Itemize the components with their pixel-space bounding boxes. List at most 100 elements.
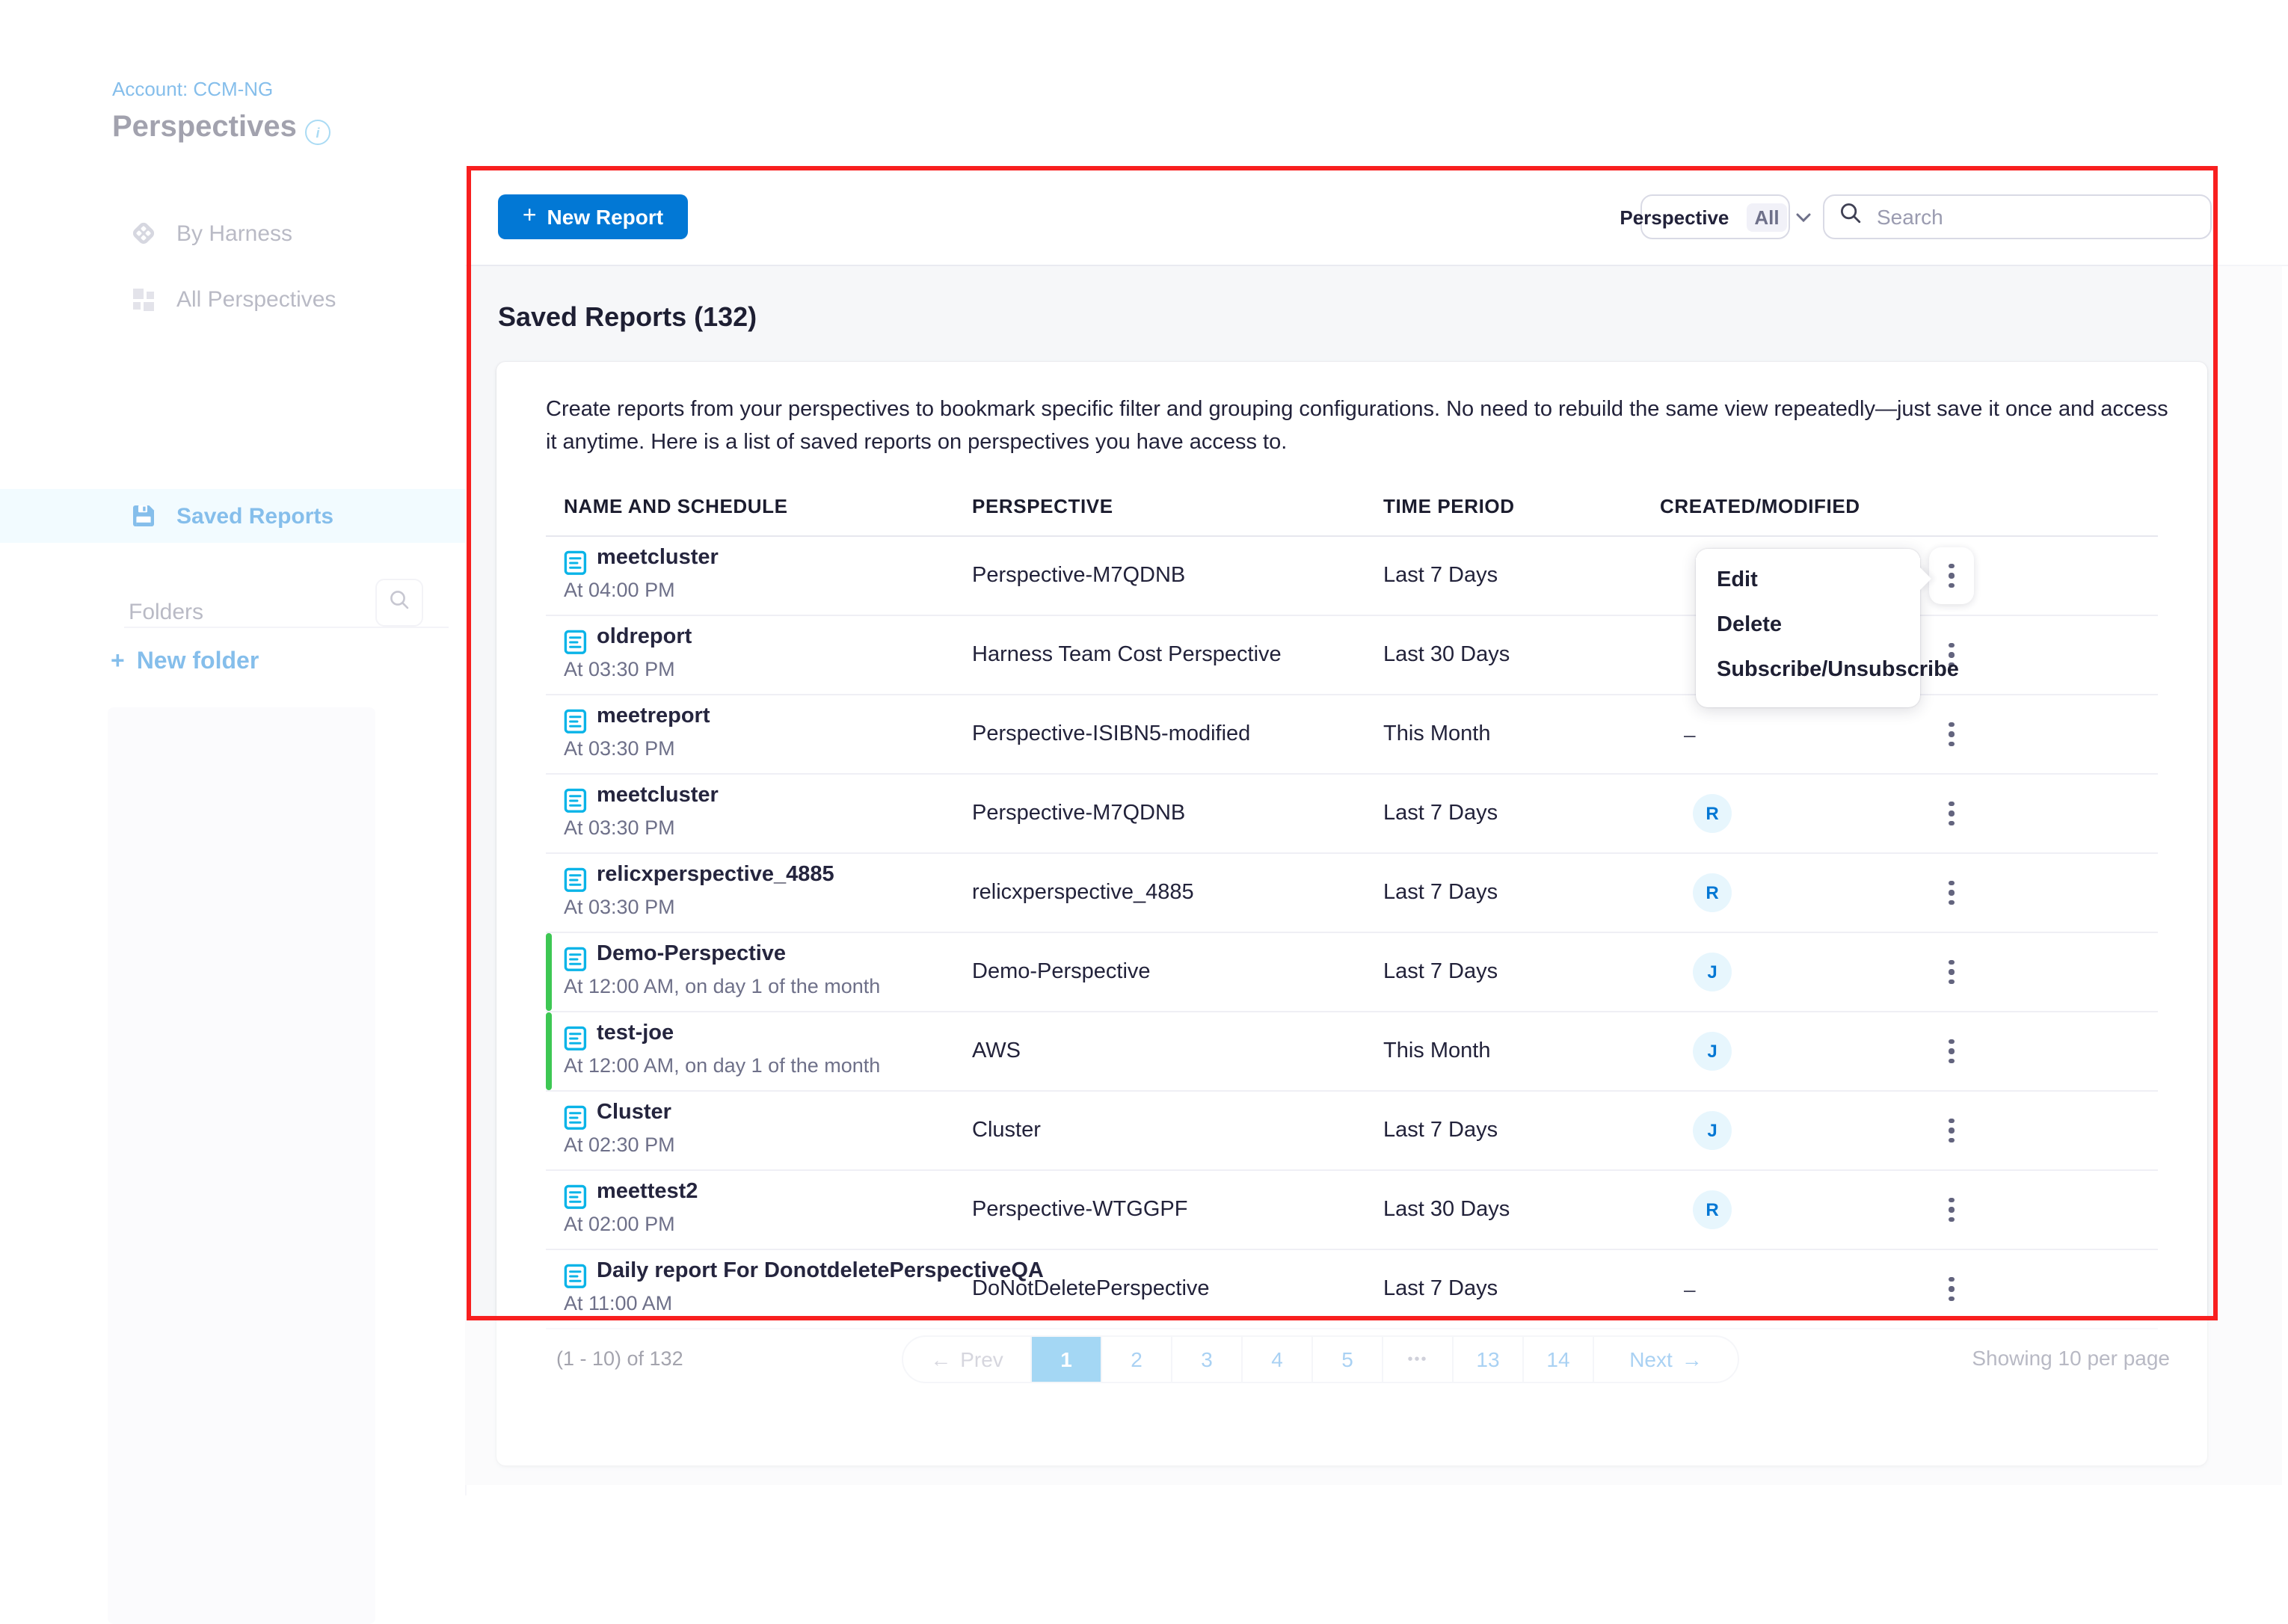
- row-actions-menu-button[interactable]: [1929, 1102, 1974, 1159]
- perspective-filter-dropdown[interactable]: Perspective All: [1640, 194, 1790, 239]
- table-row[interactable]: test-joe At 12:00 AM, on day 1 of the mo…: [546, 1012, 2158, 1092]
- info-icon[interactable]: i: [305, 120, 330, 145]
- sidebar-item-saved-reports[interactable]: Saved Reports: [0, 489, 465, 543]
- report-name: meetcluster: [597, 784, 719, 808]
- row-actions-menu-button[interactable]: [1929, 944, 1974, 1000]
- search-icon: [1839, 202, 1862, 232]
- owner-avatar: J: [1693, 953, 1732, 991]
- filter-label: Perspective: [1620, 206, 1729, 228]
- table-row[interactable]: meetreport At 03:30 PM Perspective-ISIBN…: [546, 695, 2158, 775]
- folders-empty-area: [108, 707, 375, 1624]
- arrow-right-icon: →: [1682, 1347, 1703, 1371]
- owner-avatar: J: [1693, 1032, 1732, 1071]
- table-row[interactable]: Daily report For DonotdeletePerspectiveQ…: [546, 1250, 2158, 1329]
- column-header-created: CREATED/MODIFIED: [1660, 495, 1860, 517]
- owner-avatar: J: [1693, 1111, 1732, 1150]
- pagination-page-button[interactable]: 4: [1241, 1337, 1311, 1382]
- pagination-prev-button[interactable]: ← Prev: [903, 1337, 1030, 1382]
- row-actions-menu-button[interactable]: [1929, 706, 1974, 763]
- harness-logo-icon: [130, 220, 157, 247]
- report-name: meetcluster: [597, 546, 719, 570]
- page-header: Account: CCM-NG Perspectives i: [0, 0, 2288, 170]
- new-folder-button[interactable]: + New folder: [111, 649, 259, 676]
- report-name: relicxperspective_4885: [597, 863, 834, 887]
- search-icon: [389, 588, 410, 617]
- report-perspective: Demo-Perspective: [972, 933, 1151, 1011]
- arrow-left-icon: ←: [930, 1347, 951, 1371]
- kebab-icon: [1949, 1277, 1955, 1302]
- context-menu-item[interactable]: Edit: [1696, 558, 1920, 603]
- row-actions-menu-button[interactable]: [1929, 1181, 1974, 1238]
- search-field: [1823, 194, 2212, 239]
- new-report-label: New Report: [547, 205, 664, 229]
- owner-avatar: R: [1693, 873, 1732, 912]
- report-perspective: Perspective-WTGGPF: [972, 1171, 1187, 1249]
- report-time-period: Last 7 Days: [1383, 854, 1498, 932]
- report-created-cell: J: [1660, 1092, 1765, 1169]
- pagination-pages: 1 2 3 4 5 ••• 13 14: [1030, 1337, 1593, 1382]
- kebab-icon: [1949, 802, 1955, 826]
- sidebar-item-all-perspectives[interactable]: All Perspectives: [0, 272, 465, 326]
- sidebar-item-by-harness[interactable]: By Harness: [0, 206, 465, 260]
- context-menu-item[interactable]: Delete: [1696, 603, 1920, 648]
- saved-reports-card: Create reports from your perspectives to…: [496, 362, 2207, 1465]
- grid-icon: [130, 286, 157, 313]
- kebab-icon: [1949, 722, 1955, 747]
- plus-icon: +: [111, 649, 125, 676]
- sidebar-item-label: By Harness: [176, 221, 292, 246]
- save-floppy-icon: [130, 502, 157, 529]
- no-owner-dash: –: [1660, 722, 1696, 746]
- new-report-button[interactable]: + New Report: [498, 194, 688, 239]
- report-time-period: This Month: [1383, 695, 1490, 773]
- pagination-page-button[interactable]: 13: [1452, 1337, 1522, 1382]
- row-actions-menu-button[interactable]: [1929, 1023, 1974, 1080]
- pagination-page-button[interactable]: 5: [1311, 1337, 1382, 1382]
- report-perspective: AWS: [972, 1012, 1021, 1090]
- active-schedule-indicator: [546, 1012, 551, 1090]
- report-perspective: Harness Team Cost Perspective: [972, 616, 1282, 694]
- folder-search-button[interactable]: [375, 579, 423, 627]
- pagination-next-button[interactable]: Next →: [1593, 1337, 1738, 1382]
- account-breadcrumb[interactable]: Account: CCM-NG: [112, 78, 273, 100]
- table-row[interactable]: meettest2 At 02:00 PM Perspective-WTGGPF…: [546, 1171, 2158, 1250]
- kebab-icon: [1949, 1119, 1955, 1143]
- report-schedule: At 03:30 PM: [564, 896, 675, 918]
- table-row[interactable]: relicxperspective_4885 At 03:30 PM relic…: [546, 854, 2158, 933]
- report-time-period: Last 30 Days: [1383, 616, 1510, 694]
- pagination-page-button[interactable]: 2: [1101, 1337, 1171, 1382]
- column-header-perspective: PERSPECTIVE: [972, 495, 1113, 517]
- report-perspective: Cluster: [972, 1092, 1041, 1169]
- row-actions-menu-button[interactable]: [1929, 547, 1974, 604]
- kebab-icon: [1949, 564, 1955, 588]
- kebab-icon: [1949, 1198, 1955, 1222]
- report-perspective: DoNotDeletePerspective: [972, 1250, 1210, 1328]
- row-actions-menu-button[interactable]: [1929, 1261, 1974, 1317]
- report-schedule: At 03:30 PM: [564, 658, 675, 680]
- report-created-cell: R: [1660, 775, 1765, 852]
- owner-avatar: R: [1693, 1190, 1732, 1229]
- sidebar-item-label: All Perspectives: [176, 286, 336, 312]
- table-row[interactable]: Demo-Perspective At 12:00 AM, on day 1 o…: [546, 933, 2158, 1012]
- report-time-period: Last 7 Days: [1383, 537, 1498, 615]
- row-actions-menu-button[interactable]: [1929, 785, 1974, 842]
- new-folder-label: New folder: [137, 649, 259, 676]
- report-name: Demo-Perspective: [597, 942, 786, 966]
- context-menu-item[interactable]: Subscribe/Unsubscribe: [1696, 648, 1920, 692]
- report-name: Cluster: [597, 1101, 671, 1125]
- pagination-page-button[interactable]: 1: [1030, 1337, 1101, 1382]
- pagination-page-button[interactable]: 3: [1171, 1337, 1241, 1382]
- pagination-page-button[interactable]: 14: [1522, 1337, 1593, 1382]
- kebab-icon: [1949, 1039, 1955, 1064]
- pagination-range-label: (1 - 10) of 132: [556, 1347, 683, 1370]
- search-input[interactable]: [1874, 203, 2179, 230]
- owner-avatar: R: [1693, 794, 1732, 833]
- pagination-page-button[interactable]: •••: [1382, 1337, 1452, 1382]
- active-schedule-indicator: [546, 933, 551, 1011]
- report-perspective: Perspective-ISIBN5-modified: [972, 695, 1250, 773]
- row-actions-menu-button[interactable]: [1929, 864, 1974, 921]
- report-perspective: relicxperspective_4885: [972, 854, 1194, 932]
- kebab-icon: [1949, 881, 1955, 905]
- report-schedule: At 12:00 AM, on day 1 of the month: [564, 1054, 880, 1077]
- table-row[interactable]: Cluster At 02:30 PM Cluster Last 7 Days …: [546, 1092, 2158, 1171]
- table-row[interactable]: meetcluster At 03:30 PM Perspective-M7QD…: [546, 775, 2158, 854]
